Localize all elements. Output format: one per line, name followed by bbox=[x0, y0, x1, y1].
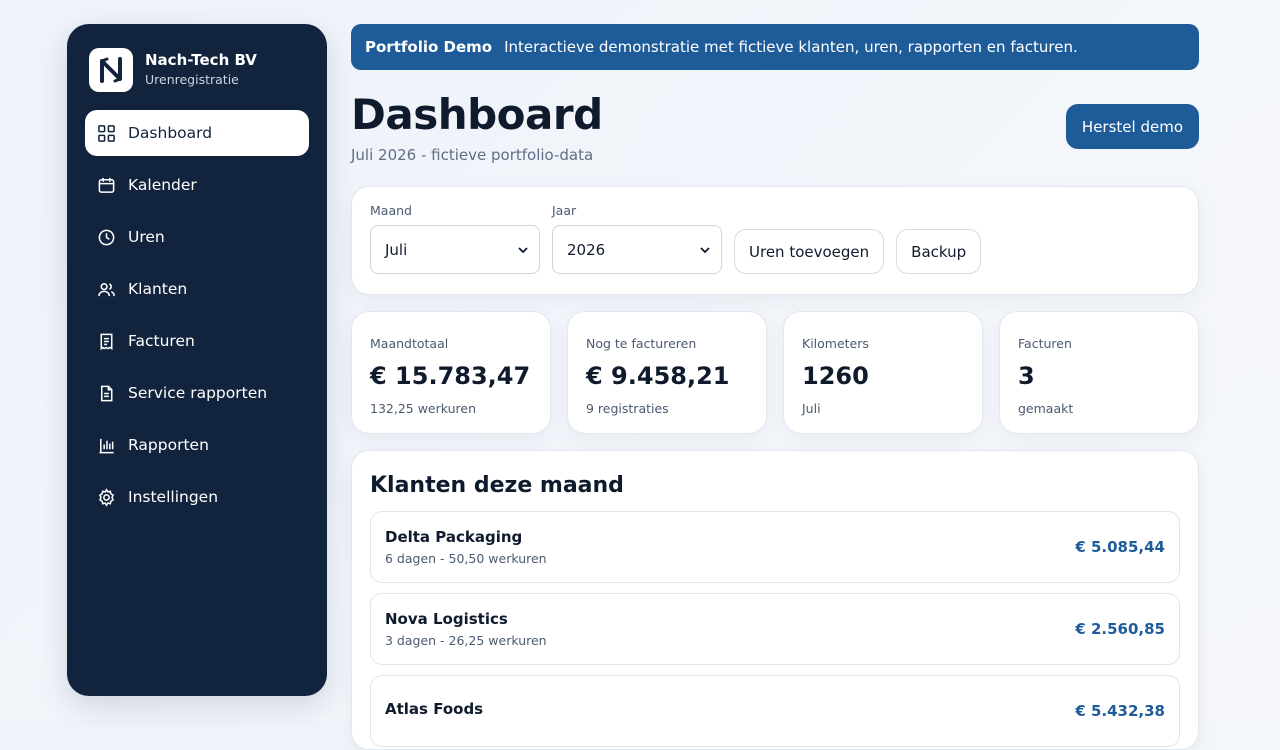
client-amount: € 5.432,38 bbox=[1075, 702, 1165, 720]
sidebar-item-label: Service rapporten bbox=[128, 384, 268, 402]
stat-value: € 15.783,47 bbox=[370, 362, 531, 390]
stat-card-facturen: Facturen 3 gemaakt bbox=[999, 311, 1199, 434]
clients-card: Klanten deze maand Delta Packaging 6 dag… bbox=[351, 450, 1199, 750]
client-amount: € 5.085,44 bbox=[1075, 538, 1165, 556]
sidebar-item-uren[interactable]: Uren bbox=[85, 214, 309, 260]
backup-button[interactable]: Backup bbox=[896, 229, 982, 274]
stat-note: 9 registraties bbox=[586, 401, 669, 416]
sidebar-item-label: Facturen bbox=[128, 332, 195, 350]
client-name: Nova Logistics bbox=[385, 610, 508, 628]
sidebar-item-facturen[interactable]: Facturen bbox=[85, 318, 309, 364]
sidebar-item-label: Klanten bbox=[128, 280, 188, 298]
year-select[interactable]: 2026 bbox=[552, 225, 722, 274]
stat-label: Nog te factureren bbox=[586, 336, 697, 351]
stat-card-maandtotaal: Maandtotaal € 15.783,47 132,25 werkuren bbox=[351, 311, 551, 434]
page-header: Dashboard Juli 2026 - fictieve portfolio… bbox=[351, 92, 1199, 164]
client-row[interactable]: Delta Packaging 6 dagen - 50,50 werkuren… bbox=[370, 511, 1180, 583]
invoice-icon bbox=[100, 333, 113, 350]
month-select-value: Juli bbox=[385, 240, 408, 259]
month-field: Maand Juli bbox=[370, 203, 540, 274]
document-icon bbox=[100, 385, 113, 401]
month-select[interactable]: Juli bbox=[370, 225, 540, 274]
brand-name: Nach-Tech BV bbox=[145, 51, 257, 69]
client-name: Delta Packaging bbox=[385, 528, 523, 546]
clients-title: Klanten deze maand bbox=[370, 473, 624, 498]
logo-icon bbox=[89, 48, 133, 92]
sidebar-item-kalender[interactable]: Kalender bbox=[85, 162, 309, 208]
stat-label: Maandtotaal bbox=[370, 336, 449, 351]
stat-note: Juli bbox=[802, 401, 821, 416]
brand-subtitle: Urenregistratie bbox=[145, 72, 239, 87]
bar-chart-icon bbox=[99, 438, 114, 453]
sidebar-item-label: Rapporten bbox=[128, 436, 209, 454]
demo-banner: Portfolio Demo Interactieve demonstratie… bbox=[351, 24, 1199, 70]
sidebar-item-dashboard[interactable]: Dashboard bbox=[85, 110, 309, 156]
stat-label: Facturen bbox=[1018, 336, 1072, 351]
stats-row: Maandtotaal € 15.783,47 132,25 werkuren … bbox=[351, 311, 1199, 434]
stat-note: gemaakt bbox=[1018, 401, 1074, 416]
sidebar-item-label: Uren bbox=[128, 228, 165, 246]
year-field: Jaar 2026 bbox=[552, 203, 722, 274]
sidebar-item-label: Dashboard bbox=[128, 124, 213, 142]
stat-note: 132,25 werkuren bbox=[370, 401, 477, 416]
grid-icon bbox=[98, 124, 115, 142]
banner-title: Portfolio Demo bbox=[365, 38, 493, 56]
clock-icon bbox=[98, 229, 115, 245]
year-label: Jaar bbox=[552, 203, 577, 218]
sidebar: Nach-Tech BV Urenregistratie Dashboard K… bbox=[67, 24, 327, 696]
add-hours-button[interactable]: Uren toevoegen bbox=[734, 229, 885, 274]
year-select-value: 2026 bbox=[567, 240, 606, 259]
sidebar-item-instellingen[interactable]: Instellingen bbox=[85, 474, 309, 520]
client-name: Atlas Foods bbox=[385, 699, 484, 718]
sidebar-item-service-rapporten[interactable]: Service rapporten bbox=[85, 370, 309, 416]
sidebar-item-label: Kalender bbox=[128, 176, 197, 194]
sidebar-item-rapporten[interactable]: Rapporten bbox=[85, 422, 309, 468]
filter-card: Maand Juli Jaar 2026 Uren toevoegen Back… bbox=[351, 186, 1199, 295]
client-meta: 3 dagen - 26,25 werkuren bbox=[385, 633, 547, 648]
stat-value: 1260 bbox=[802, 362, 869, 390]
reset-demo-button[interactable]: Herstel demo bbox=[1065, 104, 1199, 149]
users-icon bbox=[98, 282, 115, 296]
month-label: Maand bbox=[370, 203, 412, 218]
stat-card-kilometers: Kilometers 1260 Juli bbox=[783, 311, 983, 434]
sidebar-nav: Dashboard Kalender Uren Klanten Facturen… bbox=[85, 110, 309, 520]
stat-value: € 9.458,21 bbox=[586, 362, 730, 390]
client-amount: € 2.560,85 bbox=[1075, 620, 1165, 638]
brand: Nach-Tech BV Urenregistratie bbox=[85, 48, 309, 92]
calendar-icon bbox=[98, 177, 115, 193]
stat-card-nog-te-factureren: Nog te factureren € 9.458,21 9 registrat… bbox=[567, 311, 767, 434]
stat-value: 3 bbox=[1018, 362, 1035, 390]
client-meta: 6 dagen - 50,50 werkuren bbox=[385, 551, 547, 566]
page-subtitle: Juli 2026 - fictieve portfolio-data bbox=[351, 146, 594, 164]
sidebar-item-label: Instellingen bbox=[128, 488, 219, 506]
client-row[interactable]: Nova Logistics 3 dagen - 26,25 werkuren … bbox=[370, 593, 1180, 665]
sidebar-item-klanten[interactable]: Klanten bbox=[85, 266, 309, 312]
banner-text: Interactieve demonstratie met fictieve k… bbox=[504, 38, 1078, 56]
main-content: Portfolio Demo Interactieve demonstratie… bbox=[351, 24, 1199, 750]
stat-label: Kilometers bbox=[802, 336, 869, 351]
chevron-down-icon bbox=[700, 246, 710, 253]
chevron-down-icon bbox=[518, 246, 528, 253]
gear-icon bbox=[98, 487, 115, 507]
client-row[interactable]: Atlas Foods € 5.432,38 bbox=[370, 675, 1180, 747]
